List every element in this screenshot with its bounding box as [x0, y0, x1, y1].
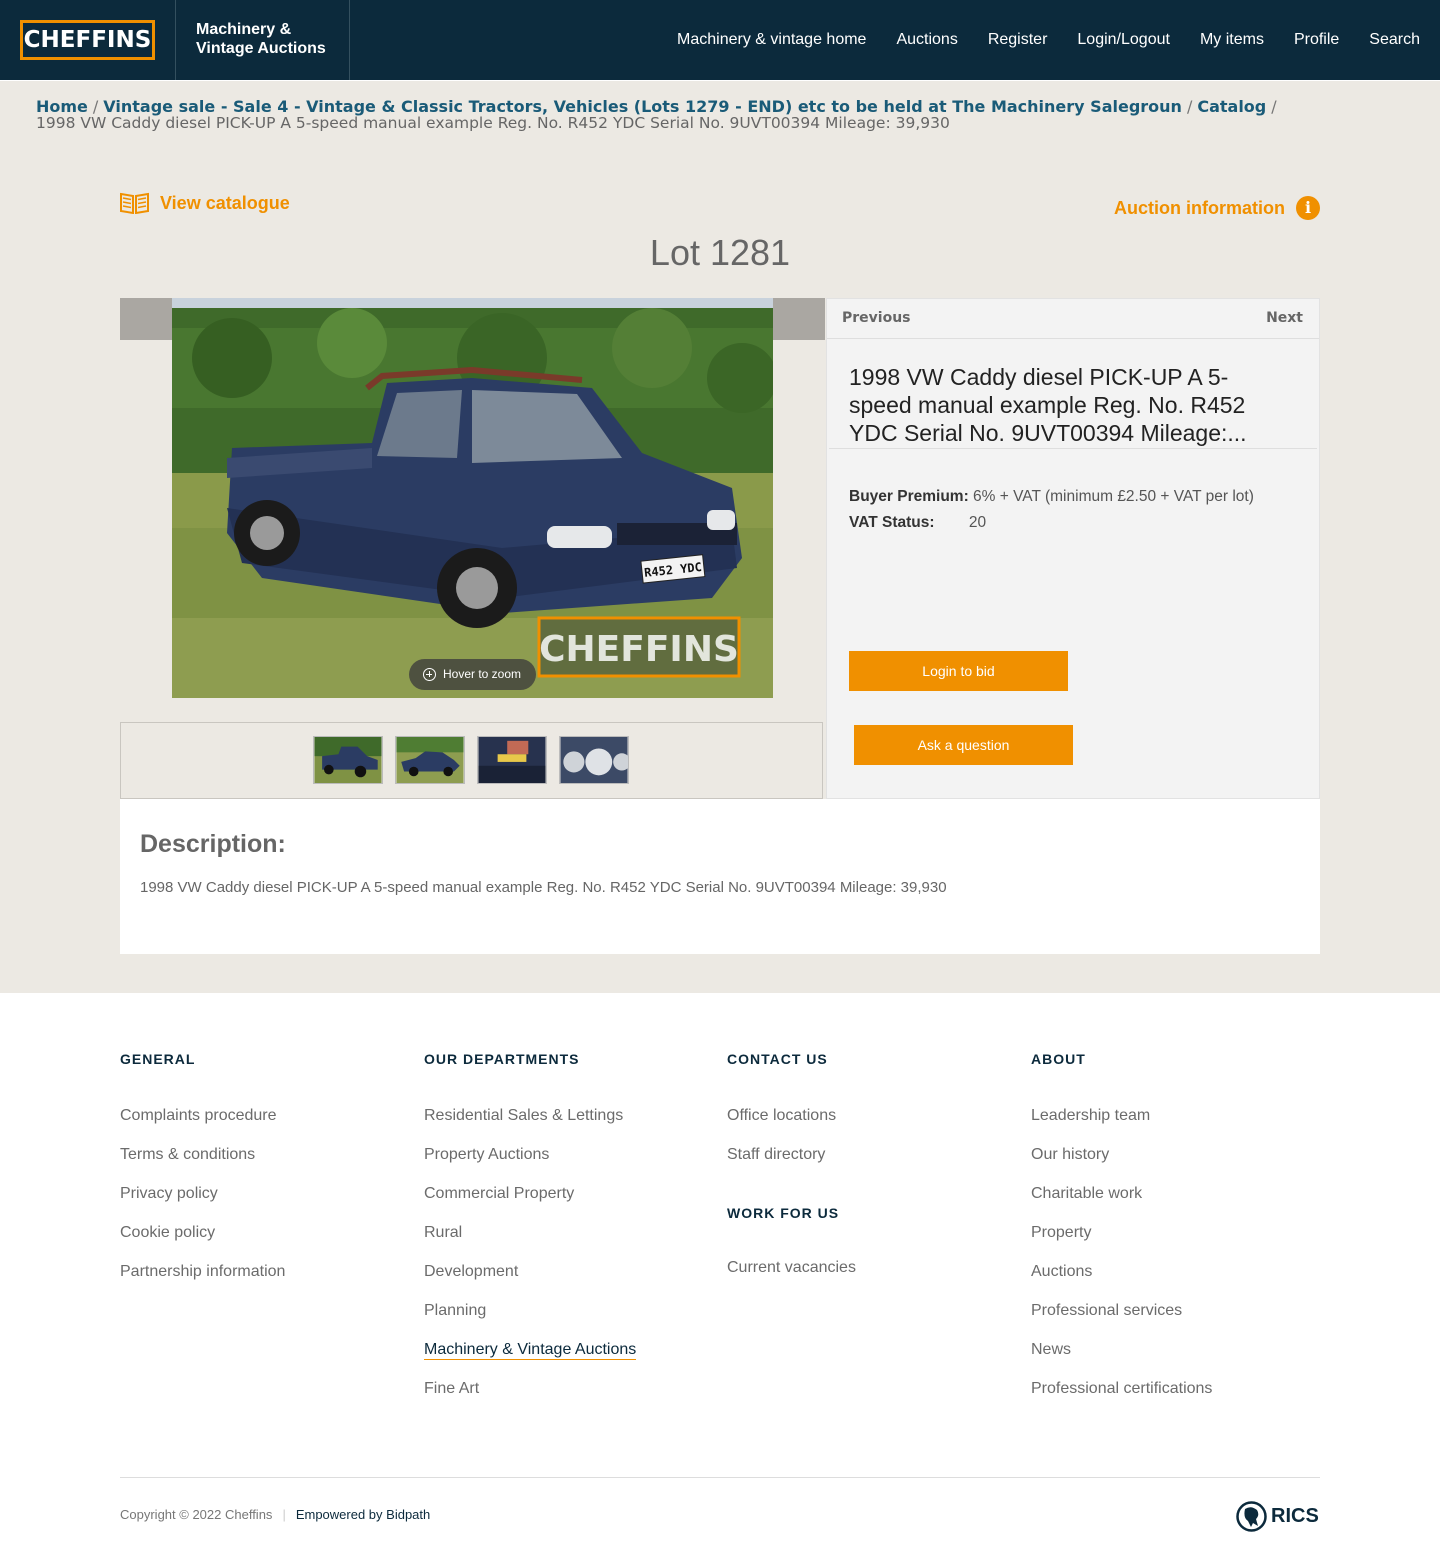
vat-status-row: VAT Status: 20 [849, 514, 986, 532]
footer-work-heading: WORK FOR US [727, 1205, 840, 1221]
nav-profile[interactable]: Profile [1294, 31, 1339, 49]
rics-logo[interactable]: RICS [1236, 1500, 1319, 1533]
hover-to-zoom-label: Hover to zoom [443, 667, 522, 681]
nav-register[interactable]: Register [988, 31, 1048, 49]
thumbnail-strip [120, 722, 823, 799]
footer-link[interactable]: Professional certifications [1031, 1379, 1321, 1418]
image-viewer: R452 YDC CHEFFINS Hover to zoom [120, 298, 825, 723]
logo-area: CHEFFINS [0, 0, 176, 80]
view-catalogue-label: View catalogue [160, 192, 290, 213]
footer-about-heading: ABOUT [1031, 1051, 1086, 1067]
info-icon: i [1296, 196, 1320, 220]
thumbnail-1[interactable] [313, 736, 383, 784]
view-catalogue-link[interactable]: View catalogue [120, 190, 290, 216]
buyer-premium-row: Buyer Premium: 6% + VAT (minimum £2.50 +… [849, 488, 1254, 506]
footer-link[interactable]: Our history [1031, 1145, 1321, 1184]
ask-a-question-button[interactable]: Ask a question [854, 725, 1073, 765]
cheffins-logo[interactable]: CHEFFINS [20, 20, 155, 60]
footer-departments-column: OUR DEPARTMENTS Residential Sales & Lett… [424, 1051, 714, 1418]
footer-about-column: ABOUT Leadership team Our history Charit… [1031, 1051, 1321, 1418]
lot-name-heading: 1998 VW Caddy diesel PICK-UP A 5-speed m… [849, 364, 1247, 446]
breadcrumb: Home / Vintage sale - Sale 4 - Vintage & C… [36, 97, 1406, 132]
thumbnail-2[interactable] [395, 736, 465, 784]
main-lot-photo[interactable]: R452 YDC CHEFFINS [172, 298, 773, 698]
footer-link[interactable]: Rural [424, 1223, 714, 1262]
footer-contact-column: CONTACT US Office locations Staff direct… [727, 1051, 1017, 1184]
footer-pipe: | [282, 1507, 286, 1522]
footer-link[interactable]: Complaints procedure [120, 1106, 410, 1145]
footer-link[interactable]: Property Auctions [424, 1145, 714, 1184]
nav-login-logout[interactable]: Login/Logout [1077, 31, 1170, 49]
photo-watermark: CHEFFINS [539, 629, 739, 670]
lot-number-title: Lot 1281 [649, 232, 791, 273]
breadcrumb-separator: / [1271, 97, 1277, 116]
footer-link[interactable]: Leadership team [1031, 1106, 1321, 1145]
book-icon [120, 192, 149, 214]
nav-my-items[interactable]: My items [1200, 31, 1264, 49]
nav-machinery-home[interactable]: Machinery & vintage home [677, 31, 866, 49]
footer-link[interactable]: Office locations [727, 1106, 1017, 1145]
footer-link[interactable]: Charitable work [1031, 1184, 1321, 1223]
lot-pagination: Previous Next [827, 299, 1319, 339]
footer-contact-heading: CONTACT US [727, 1051, 828, 1067]
login-to-bid-button[interactable]: Login to bid [849, 651, 1068, 691]
footer-general-heading: GENERAL [120, 1051, 196, 1067]
rics-logo-text: RICS [1271, 1505, 1319, 1527]
breadcrumb-catalog[interactable]: Catalog [1197, 97, 1266, 116]
footer-link[interactable]: Staff directory [727, 1145, 1017, 1184]
footer-link[interactable]: News [1031, 1340, 1321, 1379]
footer-link[interactable]: Planning [424, 1301, 714, 1340]
lot-details-panel: Previous Next 1998 VW Caddy diesel PICK-… [826, 298, 1320, 799]
main-nav: Machinery & vintage home Auctions Regist… [647, 0, 1420, 80]
divider [829, 448, 1317, 449]
footer-link[interactable]: Development [424, 1262, 714, 1301]
footer-link[interactable]: Commercial Property [424, 1184, 714, 1223]
nav-search[interactable]: Search [1369, 31, 1420, 49]
footer-link-active-label: Machinery & Vintage Auctions [424, 1341, 637, 1360]
next-lot-link[interactable]: Next [1266, 310, 1303, 326]
copyright-text: Copyright © 2022 Cheffins [120, 1507, 273, 1522]
zoom-in-icon [423, 668, 436, 681]
footer-general-column: GENERAL Complaints procedure Terms & con… [120, 1051, 410, 1301]
site-section-line2: Vintage Auctions [196, 40, 326, 57]
bidpath-link[interactable]: Empowered by Bidpath [296, 1507, 430, 1522]
footer-link[interactable]: Auctions [1031, 1262, 1321, 1301]
description-text: 1998 VW Caddy diesel PICK-UP A 5-speed m… [140, 879, 947, 896]
footer-link[interactable]: Current vacancies [727, 1259, 856, 1277]
footer-departments-heading: OUR DEPARTMENTS [424, 1051, 580, 1067]
top-nav-bar: CHEFFINS Machinery & Vintage Auctions Ma… [0, 0, 1440, 80]
site-section-title[interactable]: Machinery & Vintage Auctions [176, 0, 350, 80]
buyer-premium-value: 6% + VAT (minimum £2.50 + VAT per lot) [973, 488, 1254, 505]
footer-divider [120, 1477, 1320, 1478]
rics-lion-icon [1236, 1501, 1267, 1532]
vat-status-label: VAT Status: [849, 514, 935, 531]
breadcrumb-current: 1998 VW Caddy diesel PICK-UP A 5-speed m… [36, 114, 950, 132]
footer-link[interactable]: Privacy policy [120, 1184, 410, 1223]
description-heading: Description: [140, 830, 286, 858]
footer-link[interactable]: Terms & conditions [120, 1145, 410, 1184]
footer-bottom-bar: Copyright © 2022 Cheffins | Empowered by B… [120, 1507, 430, 1522]
footer-link[interactable]: Property [1031, 1223, 1321, 1262]
hover-to-zoom-hint: Hover to zoom [409, 659, 536, 690]
thumbnail-4[interactable] [559, 736, 629, 784]
previous-lot-link[interactable]: Previous [842, 310, 911, 326]
footer-link[interactable]: Fine Art [424, 1379, 714, 1418]
footer-link[interactable]: Professional services [1031, 1301, 1321, 1340]
footer-link-active[interactable]: Machinery & Vintage Auctions [424, 1340, 714, 1379]
thumbnail-3[interactable] [477, 736, 547, 784]
breadcrumb-separator: / [1186, 97, 1193, 116]
footer-link[interactable]: Residential Sales & Lettings [424, 1106, 714, 1145]
footer-link[interactable]: Partnership information [120, 1262, 410, 1301]
nav-auctions[interactable]: Auctions [896, 31, 957, 49]
description-section: Description: 1998 VW Caddy diesel PICK-U… [120, 799, 1320, 954]
auction-information-link[interactable]: Auction information i [1114, 195, 1320, 221]
auction-information-label: Auction information [1114, 197, 1285, 218]
vat-status-value: 20 [968, 514, 987, 531]
site-section-line1: Machinery & [196, 21, 292, 38]
buyer-premium-label: Buyer Premium: [849, 488, 969, 505]
footer-link[interactable]: Cookie policy [120, 1223, 410, 1262]
